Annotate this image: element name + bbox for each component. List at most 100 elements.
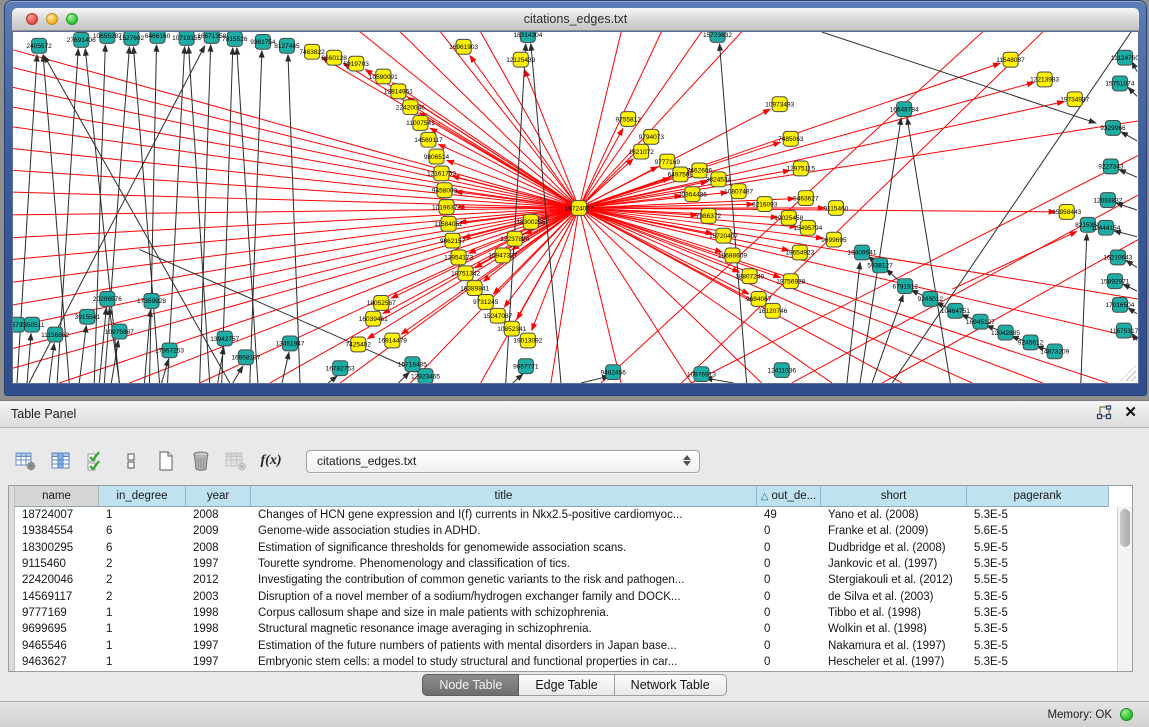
graph-node[interactable]: 1527602 [119, 32, 145, 45]
window-title: citations_edges.txt [524, 12, 628, 26]
table-row[interactable]: 1938455462009Genome-wide association stu… [15, 523, 1117, 539]
graph-node[interactable]: 9731245 [473, 295, 499, 310]
svg-text:12093832: 12093832 [1093, 197, 1122, 204]
graph-node[interactable]: 10975887 [105, 324, 134, 339]
tab-node-table[interactable]: Node Table [422, 674, 519, 696]
select-attributes-icon[interactable] [82, 448, 110, 474]
graph-node[interactable]: 16409541 [848, 245, 877, 260]
network-window[interactable]: citations_edges.txt 24055722769140610655… [4, 0, 1147, 396]
table-row[interactable]: 1872400712008Changes of HCN gene express… [15, 507, 1117, 523]
graph-node[interactable]: 9227343 [1098, 159, 1124, 174]
svg-text:1621072: 1621072 [629, 149, 655, 156]
graph-node[interactable]: 17957253 [155, 343, 184, 358]
graph-node[interactable]: 1621072 [629, 144, 655, 159]
table-row[interactable]: 977716911998Corpus callosum shape and si… [15, 605, 1117, 621]
float-panel-icon[interactable] [1096, 405, 1112, 421]
graph-node[interactable]: 12975115 [787, 161, 816, 176]
close-window-icon[interactable] [26, 13, 38, 25]
graph-node[interactable]: 16961903 [449, 39, 478, 54]
citation-graph[interactable]: 2405572276914061065528715276026466160107… [13, 32, 1138, 383]
graph-node[interactable]: 9361754 [250, 34, 276, 49]
vertical-scrollbar[interactable] [1117, 507, 1132, 671]
table-cell: 9465546 [15, 637, 99, 653]
column-header-in_degree[interactable]: in_degree [99, 486, 186, 507]
column-chooser-icon[interactable] [47, 448, 75, 474]
graph-node[interactable]: 11548087 [996, 52, 1025, 67]
scrollbar-thumb[interactable] [1120, 509, 1130, 547]
zoom-window-icon[interactable] [66, 13, 78, 25]
table-row[interactable]: 946554611997Estimation of the future num… [15, 637, 1117, 653]
graph-node[interactable]: 5919703 [344, 56, 370, 71]
graph-node[interactable]: 18300295 [516, 214, 545, 229]
graph-node[interactable]: 12161753 [427, 166, 456, 181]
network-canvas[interactable]: 2405572276914061065528715276026466160107… [12, 31, 1139, 384]
table-cell: 49 [757, 507, 821, 523]
graph-node[interactable]: 13942757 [210, 331, 239, 346]
table-row[interactable]: 2242004622012Investigating the contribut… [15, 572, 1117, 588]
table-selector-dropdown[interactable]: citations_edges.txt [306, 450, 700, 473]
svg-text:15716485: 15716485 [398, 362, 427, 369]
graph-node[interactable]: 16389841 [460, 281, 489, 296]
graph-node[interactable]: 15892971 [1100, 274, 1129, 289]
graph-node[interactable]: 12213983 [1030, 72, 1059, 87]
row-tools-icon[interactable] [117, 448, 145, 474]
graph-node[interactable]: 12411036 [767, 363, 796, 378]
graph-node[interactable]: 15723632 [703, 32, 732, 42]
graph-node[interactable]: 7986372 [696, 208, 722, 223]
graph-node[interactable]: 10025458 [774, 210, 803, 225]
table-row[interactable]: 1456911722003Disruption of a novel membe… [15, 588, 1117, 604]
column-header-short[interactable]: short [821, 486, 967, 507]
table-cell: Genome-wide association studies in ADHD. [251, 523, 757, 539]
graph-node[interactable]: 9699695 [821, 232, 847, 247]
graph-node[interactable]: 10196372 [432, 200, 461, 215]
graph-node[interactable]: 16914479 [378, 333, 407, 348]
svg-text:12444154: 12444154 [1091, 225, 1120, 232]
graph-node[interactable]: 13451947 [275, 336, 304, 351]
minimize-window-icon[interactable] [46, 13, 58, 25]
graph-node[interactable]: 8127465 [274, 38, 300, 53]
tab-edge-table[interactable]: Edge Table [519, 674, 614, 696]
table-settings-icon[interactable] [12, 448, 40, 474]
graph-node[interactable]: 15495794 [793, 220, 822, 235]
graph-node[interactable]: 9458003 [432, 183, 458, 198]
close-panel-icon[interactable]: ✕ [1124, 405, 1137, 421]
graph-node[interactable]: 15751074 [1105, 76, 1134, 91]
graph-node[interactable]: 18314304 [513, 32, 542, 42]
table-row[interactable]: 1830029562008Estimation of significance … [15, 540, 1117, 556]
graph-node[interactable]: 2405572 [26, 38, 52, 53]
graph-node[interactable]: 16210643 [1103, 250, 1132, 265]
graph-node[interactable]: 10688609 [718, 248, 747, 263]
graph-node[interactable]: 16648784 [890, 102, 919, 117]
delete-table-icon[interactable] [187, 448, 215, 474]
network-window-titlebar[interactable]: citations_edges.txt [12, 8, 1139, 31]
table-cell: 5.6E-5 [967, 523, 1109, 539]
graph-node[interactable]: 11124760 [1111, 50, 1138, 65]
graph-node[interactable]: 16782753 [326, 361, 355, 376]
function-builder-icon[interactable]: f(x) [257, 448, 285, 474]
graph-node[interactable]: 9794073 [639, 129, 665, 144]
graph-node[interactable]: 10807487 [724, 184, 753, 199]
graph-node[interactable]: 9806514 [424, 149, 450, 164]
graph-node[interactable]: 6466160 [145, 32, 171, 43]
graph-node[interactable]: 27691406 [67, 32, 96, 47]
column-header-pagerank[interactable]: pagerank [967, 486, 1109, 507]
graph-node[interactable]: 14873209 [1040, 344, 1069, 359]
graph-node[interactable]: 9115460 [823, 201, 848, 216]
column-header-out_de[interactable]: △out_de... [757, 486, 821, 507]
graph-node[interactable]: 9657771 [513, 359, 539, 374]
new-table-icon[interactable] [152, 448, 180, 474]
column-header-year[interactable]: year [186, 486, 251, 507]
table-row[interactable]: 911546021997Tourette syndrome. Phenomeno… [15, 556, 1117, 572]
table-row[interactable]: 969969511998Structural magnetic resonanc… [15, 621, 1117, 637]
graph-node[interactable]: 9329966 [1100, 120, 1126, 135]
tab-network-table[interactable]: Network Table [615, 674, 727, 696]
table-row[interactable]: 946362711997Embryonic stem cells: a mode… [15, 654, 1117, 670]
column-header-name[interactable]: name [15, 486, 99, 507]
graph-node[interactable]: 7485063 [778, 131, 804, 146]
column-header-title[interactable]: title [251, 486, 757, 507]
graph-node[interactable]: 17016504 [1105, 297, 1134, 312]
graph-node[interactable]: 5938127 [867, 258, 893, 273]
graph-node[interactable]: 19734937 [1060, 92, 1089, 107]
graph-node[interactable]: 15958443 [1052, 205, 1081, 220]
svg-text:12125439: 12125439 [506, 57, 535, 64]
